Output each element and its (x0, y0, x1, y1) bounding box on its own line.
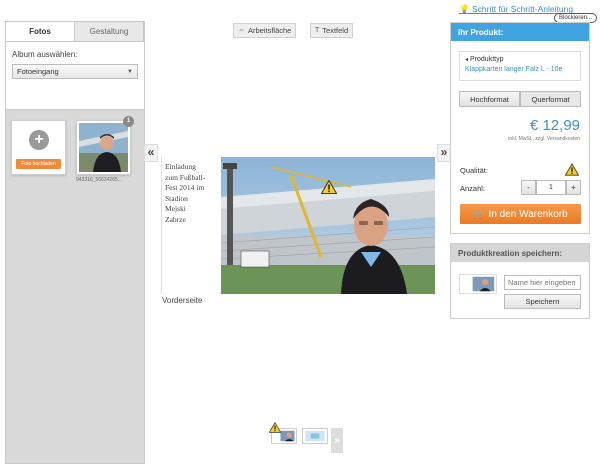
card-text-line: Mejski (165, 204, 186, 213)
upload-photo-tile[interactable]: + Foto hochladen (11, 120, 66, 175)
album-select[interactable]: Fotoeingang ▼ (12, 64, 138, 79)
warning-icon (565, 163, 579, 176)
warning-icon (321, 180, 337, 194)
prev-page-arrow[interactable]: « (144, 144, 158, 162)
format-portrait-button[interactable]: Hochformat (459, 91, 520, 107)
card-text-line: zum Fußball- (165, 172, 206, 182)
add-to-cart-button[interactable]: 🛒 In den Warenkorb (460, 204, 581, 224)
photo-filename: 943316_56634265... (76, 177, 122, 183)
workspace-button[interactable]: ⇔ Arbeitsfläche (233, 23, 297, 38)
cart-icon: 🛒 (473, 208, 485, 219)
card-text-line: Einladung (165, 162, 196, 171)
textfield-label: Textfeld (322, 26, 349, 35)
panel-tabs: Fotos Gestaltung (6, 22, 144, 42)
quantity-decrease-button[interactable]: - (521, 180, 536, 195)
front-side-label: Vorderseite (162, 296, 203, 305)
page-thumb-inside[interactable] (302, 428, 328, 444)
tab-fotos[interactable]: Fotos (6, 22, 75, 41)
photo-thumbnail-image (79, 123, 128, 172)
card-text-field[interactable]: Einladung zum Fußball- Fest 2014 im Stad… (165, 162, 221, 225)
plus-icon: + (29, 130, 49, 150)
triangle-left-icon: ◂ (465, 57, 469, 63)
save-header: Produktkreation speichern: (451, 244, 589, 262)
textfield-button[interactable]: T Textfeld (310, 23, 354, 38)
save-button[interactable]: Speichern (504, 294, 581, 309)
text-icon: T (315, 27, 320, 34)
chevron-down-icon: ▼ (127, 68, 133, 75)
resize-icon: ⇔ (238, 27, 245, 34)
photo-thumbnail[interactable]: 1 (76, 116, 134, 175)
warning-icon (269, 422, 281, 433)
product-type-label: ◂ Produkttyp (465, 56, 504, 63)
photo-grid: + Foto hochladen 1 943316_56634265... (6, 110, 144, 230)
product-box: Ihr Produkt: ◂ Produkttyp Klappkarten lan… (450, 22, 590, 234)
quantity-input[interactable]: 1 (536, 180, 566, 195)
vat-note: inkl. MwSt., zzgl. Versandkosten (508, 136, 580, 142)
album-selected-value: Fotoeingang (17, 67, 59, 76)
card-text-line: Zabrze (165, 214, 186, 224)
product-type-box[interactable]: ◂ Produkttyp Klappkarten langer Falz L - … (459, 51, 581, 81)
add-to-cart-label: In den Warenkorb (488, 208, 568, 220)
photo-panel: Fotos Gestaltung Album auswählen: Fotoei… (5, 21, 145, 464)
thumbs-next-arrow[interactable]: » (331, 428, 343, 453)
card-text-line: Fest 2014 im (165, 183, 205, 192)
save-creation-box: Produktkreation speichern: Speichern (450, 243, 590, 319)
quantity-label: Anzahl: (460, 184, 486, 193)
format-toggle: Hochformat Querformat (459, 91, 581, 107)
upload-photo-button[interactable]: Foto hochladen (16, 159, 61, 169)
card-text-line: Stadion (165, 193, 188, 203)
lightbulb-icon: 💡 (459, 4, 470, 14)
workspace-label: Arbeitsfläche (248, 26, 292, 35)
product-header: Ihr Produkt: (451, 23, 589, 41)
quality-label: Qualität: (460, 166, 488, 175)
album-area: Album auswählen: Fotoeingang ▼ (6, 42, 144, 110)
creation-name-input[interactable] (504, 275, 581, 290)
next-page-arrow[interactable]: » (437, 144, 451, 162)
quantity-increase-button[interactable]: + (566, 180, 581, 195)
product-type-value[interactable]: Klappkarten langer Falz L - 10e (465, 66, 575, 73)
format-landscape-button[interactable]: Querformat (520, 91, 581, 107)
creation-thumbnail (459, 274, 497, 294)
card-fold-line (161, 157, 162, 294)
tab-gestaltung[interactable]: Gestaltung (75, 22, 144, 41)
album-label: Album auswählen: (12, 50, 78, 59)
price: € 12,99 (529, 117, 580, 134)
photo-usage-count-badge: 1 (123, 116, 134, 127)
card-photo[interactable] (221, 157, 435, 294)
